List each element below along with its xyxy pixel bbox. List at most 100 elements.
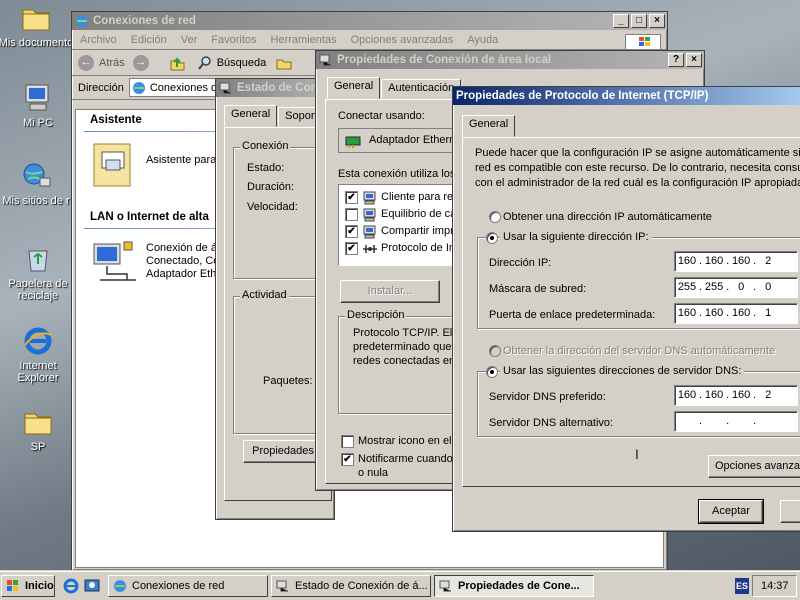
components-label: Esta conexión utiliza los	[338, 168, 456, 180]
menu-item-ver[interactable]: Ver	[181, 34, 198, 46]
component-checkbox[interactable]: ✔	[345, 225, 358, 238]
folders-icon[interactable]	[276, 55, 292, 71]
start-button[interactable]: Inicio	[1, 575, 55, 597]
taskbar: Inicio Conexiones de red Estado de Conex…	[0, 571, 800, 600]
mask-octet-1: 255	[677, 281, 697, 293]
component-label: Compartir impre	[381, 225, 460, 237]
dns-octet-3: 160	[731, 389, 751, 401]
description-line: Protocolo TCP/IP. El	[353, 327, 453, 339]
maximize-button[interactable]: □	[631, 14, 647, 28]
explorer-titlebar[interactable]: Conexiones de red _ □ ×	[72, 12, 667, 30]
close-button[interactable]: ×	[686, 53, 702, 67]
tcpip-titlebar[interactable]: Propiedades de Protocolo de Internet (TC…	[453, 87, 800, 105]
task-properties[interactable]: Propiedades de Cone...	[434, 575, 594, 597]
status-label: Estado:	[247, 162, 285, 174]
search-button-label[interactable]: Búsqueda	[217, 57, 267, 69]
menu-item-ayuda[interactable]: Ayuda	[467, 34, 498, 46]
forward-icon[interactable]: →	[132, 54, 149, 71]
advanced-options-button[interactable]: Opciones avanzadas...	[708, 455, 800, 478]
quicklaunch-desktop-icon[interactable]	[84, 578, 100, 594]
manual-ip-radio[interactable]	[486, 232, 498, 244]
wizard-icon	[92, 142, 136, 188]
manual-ip-label[interactable]: Usar la siguiente dirección IP:	[500, 231, 652, 243]
menu-item-opciones[interactable]: Opciones avanzadas	[351, 34, 454, 46]
language-indicator[interactable]: ES	[735, 578, 749, 594]
gateway-field[interactable]: 160. 160. 160. 1	[674, 303, 798, 324]
network-connection-icon	[219, 81, 233, 95]
dns-octet-4: 2	[765, 389, 772, 401]
show-icon-label[interactable]: Mostrar icono en el a	[358, 435, 461, 447]
component-label: Equilibrio de ca	[381, 208, 457, 220]
gw-octet-1: 160	[677, 307, 697, 319]
network-globe-icon	[20, 160, 52, 192]
desktop-icon-recycle-bin[interactable]: Papelera de reciclaje	[0, 243, 78, 302]
minimize-button[interactable]: _	[613, 14, 629, 28]
desktop-icon-label: Mi PC	[23, 117, 53, 129]
cancel-button[interactable]	[780, 500, 800, 523]
tab-general[interactable]: General	[224, 105, 278, 127]
auto-dns-label[interactable]: Obtener la dirección del servidor DNS au…	[503, 345, 775, 357]
component-checkbox[interactable]: ✔	[345, 191, 358, 204]
network-connections-icon	[75, 14, 89, 28]
section-header-wizard: Asistente	[90, 114, 142, 126]
help-button[interactable]: ?	[668, 53, 684, 67]
clock[interactable]: 14:37	[761, 580, 789, 592]
menu-item-edicion[interactable]: Edición	[131, 34, 167, 46]
preferred-dns-field[interactable]: 160. 160. 160. 2	[674, 385, 798, 406]
install-button[interactable]: Instalar...	[340, 280, 440, 303]
alternate-dns-field[interactable]: . . .	[674, 411, 798, 432]
auto-dns-radio[interactable]	[489, 345, 501, 357]
auto-ip-radio[interactable]	[489, 211, 501, 223]
desktop-icon-my-pc[interactable]: Mi PC	[0, 82, 78, 129]
desktop-icon-sp[interactable]: SP	[0, 406, 78, 453]
network-connection-icon	[319, 53, 333, 67]
protocol-icon	[362, 241, 378, 257]
ip-address-field[interactable]: 160. 160. 160. 2	[674, 251, 798, 272]
subnet-mask-label: Máscara de subred:	[489, 283, 587, 295]
tab-autenticacion[interactable]: Autenticación	[381, 79, 462, 99]
adapter-name: Adaptador Ethern	[369, 134, 456, 146]
subnet-mask-field[interactable]: 255. 255. 0. 0	[674, 277, 798, 298]
task-connection-status[interactable]: Estado de Conexión de á...	[271, 575, 431, 597]
address-label: Dirección	[78, 81, 124, 94]
tab-general[interactable]: General	[327, 77, 381, 99]
manual-dns-radio[interactable]	[486, 366, 498, 378]
notify-label[interactable]: Notificarme cuando	[358, 453, 453, 465]
back-icon[interactable]: ←	[78, 54, 94, 71]
menu-item-archivo[interactable]: Archivo	[80, 34, 117, 46]
intro-line: con el administrador de la red cuál es l…	[475, 177, 800, 189]
lan-properties-titlebar[interactable]: Propiedades de Conexión de área local ? …	[316, 51, 704, 69]
menu-item-favoritos[interactable]: Favoritos	[211, 34, 256, 46]
gw-octet-4: 1	[765, 307, 772, 319]
desktop-icon-network-places[interactable]: Mis sitios de r	[0, 160, 76, 207]
alt-dns-octet-4	[756, 412, 780, 431]
lan-tabs: General Autenticación	[327, 77, 462, 99]
intro-line: Puede hacer que la configuración IP se a…	[475, 147, 800, 159]
desktop-icon-my-documents[interactable]: Mis documento	[0, 2, 76, 49]
properties-button[interactable]: Propiedades	[243, 440, 323, 463]
manual-dns-label[interactable]: Usar las siguientes direcciones de servi…	[500, 365, 745, 377]
intro-line: red es compatible con este recurso. De l…	[475, 162, 800, 174]
show-icon-checkbox[interactable]	[341, 435, 354, 448]
notify-checkbox[interactable]: ✔	[341, 453, 354, 466]
back-button-label[interactable]: Atrás	[99, 57, 125, 69]
auto-ip-label[interactable]: Obtener una dirección IP automáticamente	[503, 211, 712, 223]
component-checkbox[interactable]	[345, 208, 358, 221]
system-tray: 14:37	[752, 575, 797, 597]
load-balancing-icon	[362, 207, 378, 223]
ok-button[interactable]: Aceptar	[698, 499, 764, 524]
task-network-connections[interactable]: Conexiones de red	[108, 575, 268, 597]
ip-address-label: Dirección IP:	[489, 257, 552, 269]
desktop-icon-label: SP	[30, 441, 46, 453]
tcpip-tabs: General	[462, 115, 516, 137]
windows-logo-icon	[6, 579, 20, 593]
quicklaunch-ie-icon[interactable]	[63, 578, 79, 594]
tab-general[interactable]: General	[462, 115, 516, 137]
desktop-icon-internet-explorer[interactable]: Internet Explorer	[0, 325, 78, 384]
component-checkbox[interactable]: ✔	[345, 242, 358, 255]
connection-group-label: Conexión	[240, 140, 291, 152]
up-folder-icon[interactable]	[169, 55, 185, 71]
menu-item-herramientas[interactable]: Herramientas	[271, 34, 337, 46]
search-icon[interactable]	[197, 55, 213, 71]
close-button[interactable]: ×	[649, 14, 665, 28]
